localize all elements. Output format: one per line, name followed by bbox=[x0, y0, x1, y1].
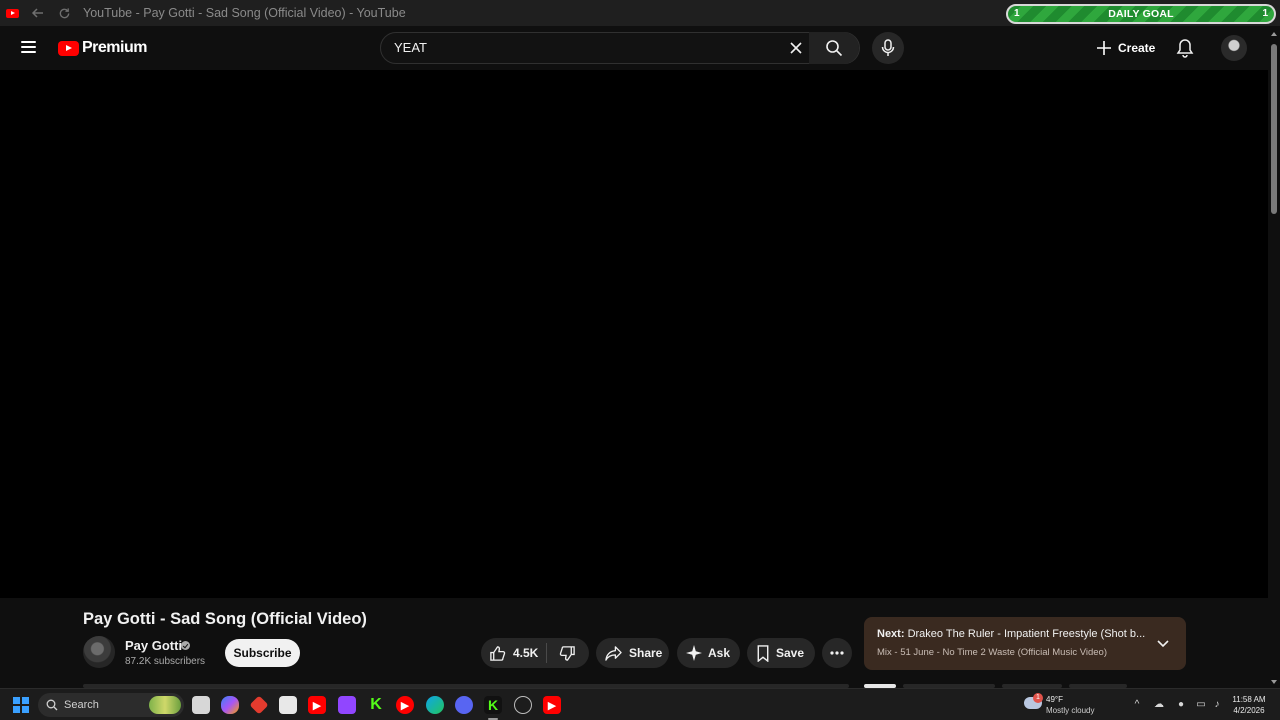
onedrive-cloud-icon[interactable]: ☁ bbox=[1153, 698, 1165, 710]
taskbar-search-label: Search bbox=[64, 699, 99, 711]
subscribe-button[interactable]: Subscribe bbox=[225, 639, 300, 667]
microsoft-store-icon[interactable] bbox=[279, 696, 297, 714]
chevron-up-icon[interactable]: ^ bbox=[1131, 698, 1143, 710]
window-title: YouTube - Pay Gotti - Sad Song (Official… bbox=[83, 6, 406, 20]
save-label: Save bbox=[776, 646, 805, 660]
verified-badge-icon bbox=[181, 641, 190, 650]
reload-icon[interactable] bbox=[57, 6, 71, 20]
system-clock[interactable]: 11:58 AM 4/2/2026 bbox=[1226, 694, 1272, 716]
chrome-icon[interactable] bbox=[514, 696, 532, 714]
clock-date: 4/2/2026 bbox=[1233, 706, 1265, 715]
scrollbar-thumb[interactable] bbox=[1271, 44, 1277, 214]
weather-condition: Mostly cloudy bbox=[1046, 706, 1095, 715]
search-input[interactable]: YEAT bbox=[394, 40, 427, 55]
like-dislike-group: 4.5K bbox=[481, 638, 589, 668]
daily-goal-left-count: 1 bbox=[1014, 8, 1020, 19]
daily-goal-label: DAILY GOAL bbox=[1108, 8, 1174, 20]
share-label: Share bbox=[629, 646, 663, 660]
clear-search-icon[interactable] bbox=[789, 41, 803, 55]
window-titlebar: YouTube - Pay Gotti - Sad Song (Official… bbox=[0, 0, 1280, 26]
ask-button[interactable]: Ask bbox=[677, 638, 740, 668]
video-player[interactable] bbox=[0, 70, 1268, 598]
youtube-music-icon[interactable]: ▶ bbox=[396, 696, 414, 714]
more-horizontal-icon bbox=[830, 651, 844, 655]
copilot-icon[interactable] bbox=[221, 696, 239, 714]
up-next-card[interactable]: Next: Drakeo The Ruler - Impatient Frees… bbox=[864, 617, 1186, 670]
kick-browser-icon[interactable]: K bbox=[484, 696, 502, 720]
scroll-up-arrow-icon[interactable] bbox=[1271, 32, 1277, 36]
more-actions-button[interactable] bbox=[822, 638, 852, 668]
search-highlight-image bbox=[149, 696, 181, 714]
microphone-icon bbox=[881, 39, 895, 56]
youtube-favicon-icon bbox=[6, 8, 19, 18]
video-details: Pay Gotti - Sad Song (Official Video) Pa… bbox=[0, 598, 1268, 688]
like-button[interactable]: 4.5K bbox=[481, 638, 538, 668]
search-icon bbox=[826, 40, 843, 57]
create-button[interactable]: Create bbox=[1088, 32, 1167, 64]
channel-avatar[interactable] bbox=[83, 636, 115, 668]
volume-icon[interactable]: ♪ bbox=[1211, 698, 1223, 710]
masthead: Premium YEAT Create bbox=[0, 26, 1268, 70]
save-button[interactable]: Save bbox=[747, 638, 815, 668]
page-scrollbar[interactable] bbox=[1268, 26, 1280, 688]
search-icon bbox=[46, 699, 58, 711]
up-next-prefix: Next: bbox=[877, 628, 905, 640]
daily-goal-right-count: 1 bbox=[1262, 8, 1268, 19]
channel-name[interactable]: Pay Gotti bbox=[125, 638, 182, 653]
share-button[interactable]: Share bbox=[596, 638, 669, 668]
notifications-bell-icon[interactable] bbox=[1174, 37, 1196, 59]
youtube-app-icon[interactable]: ▶ bbox=[308, 696, 326, 714]
up-next-title: Drakeo The Ruler - Impatient Freestyle (… bbox=[907, 628, 1146, 640]
app-diamond-icon[interactable] bbox=[249, 695, 269, 715]
weather-temp: 49°F bbox=[1046, 695, 1063, 704]
weather-badge: 1 bbox=[1033, 693, 1043, 703]
plus-icon bbox=[1097, 41, 1111, 55]
create-label: Create bbox=[1118, 41, 1156, 55]
share-icon bbox=[605, 645, 622, 661]
discord-icon[interactable] bbox=[455, 696, 473, 714]
youtube-logo-icon bbox=[58, 40, 79, 56]
subscriber-count: 87.2K subscribers bbox=[125, 656, 206, 667]
account-avatar[interactable] bbox=[1221, 35, 1247, 61]
video-title: Pay Gotti - Sad Song (Official Video) bbox=[83, 610, 367, 628]
scroll-down-arrow-icon[interactable] bbox=[1271, 680, 1277, 684]
windows-taskbar: Search ▶ K ▶ K ▶ 1 49°F Mostly cloudy ^ … bbox=[0, 688, 1280, 720]
taskbar-search[interactable]: Search bbox=[38, 693, 184, 717]
clock-time: 11:58 AM bbox=[1232, 695, 1266, 704]
thumbs-down-icon bbox=[559, 645, 575, 661]
like-count: 4.5K bbox=[513, 646, 539, 660]
daily-goal-bar[interactable]: 1 DAILY GOAL 1 bbox=[1006, 4, 1276, 24]
dislike-button[interactable] bbox=[547, 638, 587, 668]
back-arrow-icon[interactable] bbox=[31, 6, 45, 20]
youtube-shortcut-icon[interactable]: ▶ bbox=[543, 696, 561, 714]
voice-search-button[interactable] bbox=[872, 32, 904, 64]
twitch-icon[interactable] bbox=[338, 696, 356, 714]
ask-label: Ask bbox=[708, 646, 731, 660]
sparkle-icon bbox=[686, 645, 702, 661]
menu-icon[interactable] bbox=[21, 41, 36, 53]
task-view-icon[interactable] bbox=[192, 696, 210, 714]
bookmark-icon bbox=[757, 644, 769, 662]
up-next-title-line: Next: Drakeo The Ruler - Impatient Frees… bbox=[877, 628, 1147, 640]
chevron-down-icon[interactable] bbox=[1156, 636, 1170, 650]
logo-text: Premium bbox=[82, 39, 147, 56]
up-next-subtitle: Mix - 51 June - No Time 2 Waste (Officia… bbox=[877, 647, 1108, 658]
thumbs-up-icon bbox=[490, 645, 506, 661]
edge-browser-icon[interactable] bbox=[426, 696, 444, 714]
microphone-icon[interactable]: ● bbox=[1175, 698, 1187, 710]
search-button[interactable] bbox=[809, 32, 859, 64]
kick-app-icon[interactable]: K bbox=[367, 696, 385, 714]
display-icon[interactable]: ▭ bbox=[1195, 698, 1207, 710]
search-box: YEAT bbox=[380, 32, 860, 64]
windows-start-icon[interactable] bbox=[13, 697, 29, 713]
youtube-premium-logo[interactable]: Premium bbox=[58, 39, 147, 57]
